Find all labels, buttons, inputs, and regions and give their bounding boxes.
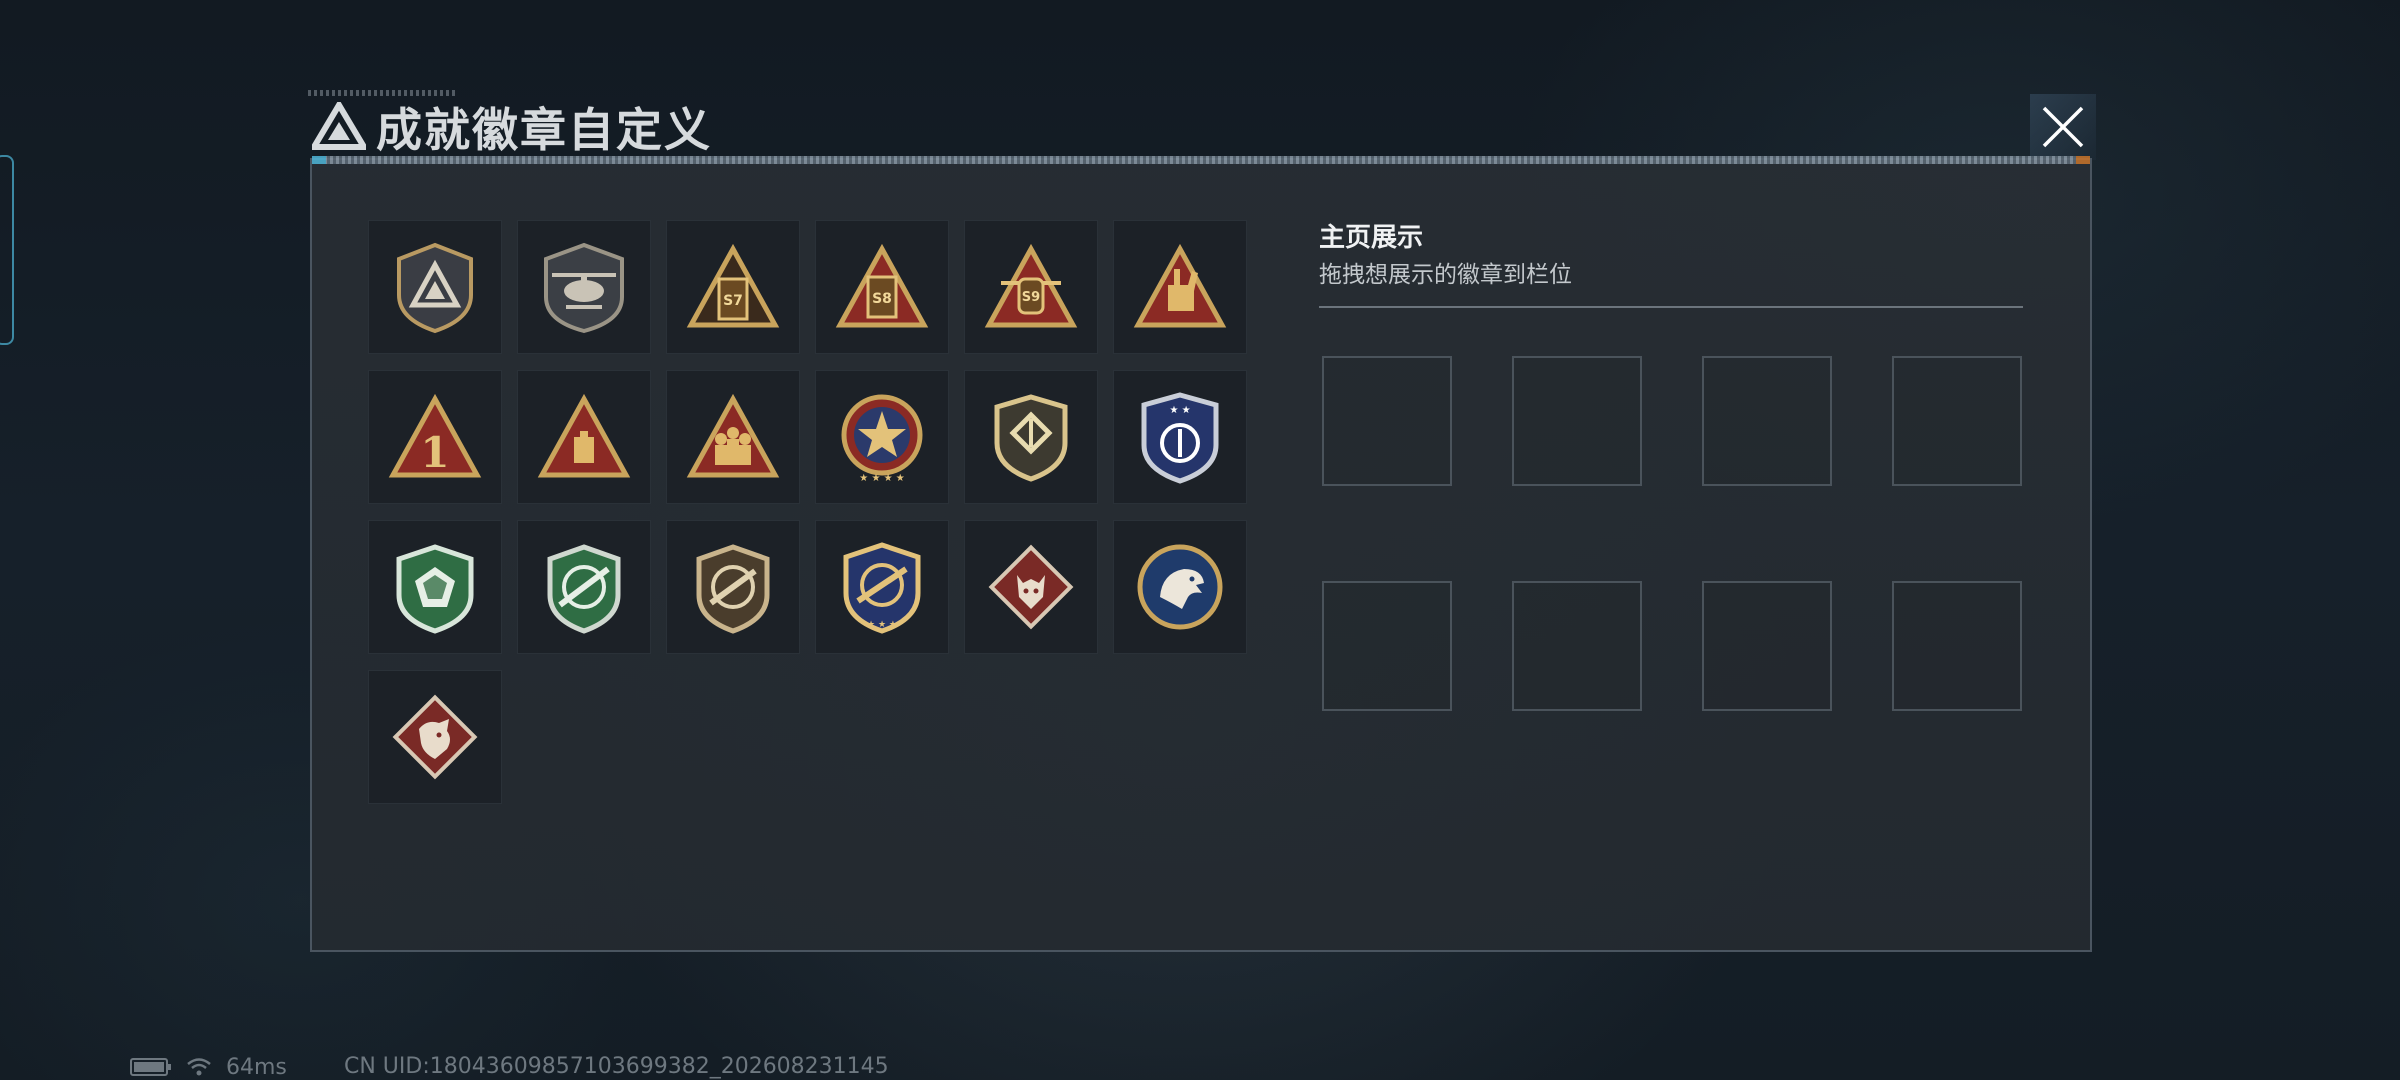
badge-cell[interactable] — [517, 220, 651, 354]
svg-text:★ ★: ★ ★ — [1169, 405, 1190, 416]
blue-shield-badge-icon: ★ ★ — [1141, 392, 1219, 484]
homepage-showcase: 主页展示 拖拽想展示的徽章到栏位 — [1319, 220, 2023, 308]
showcase-slot[interactable] — [1892, 581, 2022, 711]
badge-cell[interactable] — [964, 370, 1098, 504]
badge-cell[interactable]: S7 — [666, 220, 800, 354]
badge-cell[interactable] — [368, 520, 502, 654]
badge-label: S9 — [1022, 290, 1040, 305]
badge-cell[interactable] — [368, 220, 502, 354]
badge-cell[interactable]: ★ ★ ★ ★ — [815, 370, 949, 504]
showcase-slot[interactable] — [1512, 581, 1642, 711]
showcase-slot[interactable] — [1322, 356, 1452, 486]
soldiers-badge-icon — [686, 393, 780, 478]
badge-cell[interactable] — [964, 520, 1098, 654]
close-icon — [2042, 106, 2084, 148]
wolf-badge-icon — [988, 544, 1074, 630]
badge-cell[interactable] — [517, 370, 651, 504]
green-rifle-badge-icon — [547, 544, 621, 634]
badge-cell[interactable]: ★ ★ ★ — [815, 520, 949, 654]
showcase-divider — [1319, 306, 2023, 308]
rifle-badge-icon — [696, 544, 770, 634]
badge-label: S7 — [723, 293, 743, 309]
gold-rifle-badge-icon: ★ ★ ★ — [843, 542, 921, 634]
s9-badge-icon: S9 — [984, 243, 1078, 328]
gold-shield-badge-icon — [994, 394, 1068, 482]
s8-badge-icon: S8 — [835, 243, 929, 328]
close-button[interactable] — [2030, 94, 2096, 160]
showcase-slot[interactable] — [1892, 356, 2022, 486]
showcase-slot[interactable] — [1512, 356, 1642, 486]
star-medal-badge-icon: ★ ★ ★ ★ — [841, 394, 923, 484]
crate-badge-icon — [537, 393, 631, 478]
helicopter-badge-icon — [544, 242, 624, 334]
battery-icon — [130, 1058, 171, 1076]
badge-cell[interactable] — [517, 520, 651, 654]
s7-badge-icon: S7 — [686, 243, 780, 328]
showcase-slot[interactable] — [1702, 581, 1832, 711]
triangle-logo-icon — [312, 102, 366, 150]
wifi-icon — [187, 1058, 211, 1076]
showcase-hint: 拖拽想展示的徽章到栏位 — [1319, 262, 1572, 288]
badge-grid: S7 S8 S9 1 ★ ★ ★ ★ ★ ★ ★ ★ ★ — [368, 220, 1258, 804]
title-bar: 成就徽章自定义 — [300, 88, 2090, 158]
badge-cell[interactable] — [666, 370, 800, 504]
triangle-shield-badge-icon — [397, 242, 473, 334]
badge-panel: S7 S8 S9 1 ★ ★ ★ ★ ★ ★ ★ ★ ★ 主页展示 拖拽想展示的… — [310, 156, 2092, 952]
badge-cell[interactable] — [666, 520, 800, 654]
badge-label: S8 — [872, 291, 892, 307]
badge-cell[interactable] — [1113, 220, 1247, 354]
badge-cell[interactable]: S9 — [964, 220, 1098, 354]
side-tab[interactable] — [0, 155, 14, 345]
svg-text:★ ★ ★: ★ ★ ★ — [867, 620, 897, 630]
dragon-badge-icon — [392, 694, 478, 780]
page-title: 成就徽章自定义 — [376, 103, 712, 157]
ping-text: 64ms — [226, 1054, 287, 1080]
badge-cell[interactable]: 1 — [368, 370, 502, 504]
badge-label: 1 — [420, 428, 449, 477]
green-diamond-badge-icon — [396, 544, 474, 634]
showcase-slot[interactable] — [1702, 356, 1832, 486]
badge-cell[interactable]: ★ ★ — [1113, 370, 1247, 504]
badge-cell[interactable] — [1113, 520, 1247, 654]
badge-cell[interactable] — [368, 670, 502, 804]
svg-text:★ ★ ★ ★: ★ ★ ★ ★ — [859, 473, 904, 484]
badge-cell[interactable]: S8 — [815, 220, 949, 354]
panel-top-border — [312, 156, 2090, 164]
number-one-badge-icon: 1 — [388, 393, 482, 478]
eagle-badge-icon — [1137, 544, 1223, 630]
status-bar: 64ms — [130, 1054, 287, 1080]
showcase-slot[interactable] — [1322, 581, 1452, 711]
uid-text: CN UID:18043609857103699382_202608231145 — [344, 1054, 889, 1079]
showcase-slot-grid — [1322, 356, 2022, 711]
hand-sign-badge-icon — [1133, 243, 1227, 328]
showcase-title: 主页展示 — [1319, 223, 1424, 253]
